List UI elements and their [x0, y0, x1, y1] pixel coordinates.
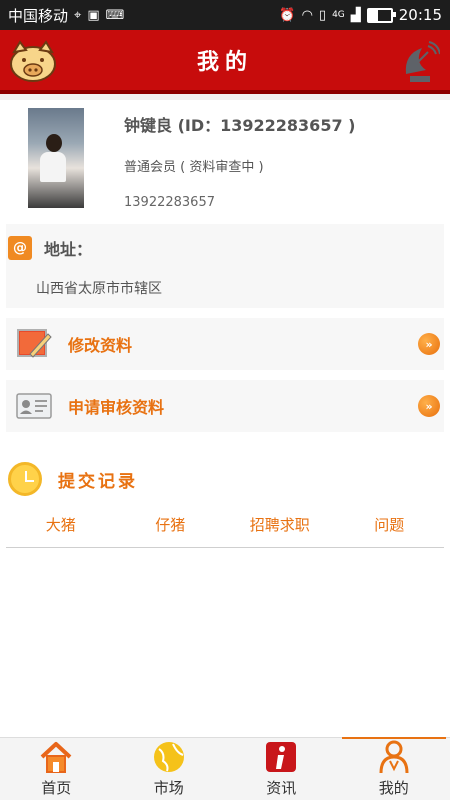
tab-questions[interactable]: 问题: [335, 514, 445, 535]
nav-home[interactable]: 首页: [0, 738, 113, 800]
pig-logo-icon: [10, 40, 56, 82]
nav-market[interactable]: 市场: [113, 738, 226, 800]
location-icon: ⌖: [74, 7, 82, 23]
chevron-right-icon[interactable]: »: [418, 395, 440, 417]
nav-news[interactable]: 资讯: [225, 738, 338, 800]
tab-big-pig[interactable]: 大猪: [6, 514, 116, 535]
wifi-icon: ◠: [301, 7, 313, 23]
bottom-nav: 首页 市场 资讯 我的: [0, 737, 450, 800]
carrier-label: 中国移动: [8, 6, 69, 25]
address-book-icon: @: [8, 236, 32, 260]
info-icon: [266, 741, 297, 772]
tab-piglet[interactable]: 仔猪: [116, 514, 226, 535]
status-bar: 中国移动 ⌖ ▣ ⌨ ⏰ ◠ ▯ 4G ▟ 20:15: [0, 0, 450, 30]
nav-home-label: 首页: [41, 779, 72, 797]
address-label: 地址：: [44, 240, 93, 259]
sim-icon: ▯: [318, 7, 327, 23]
edit-profile-icon: [17, 329, 52, 358]
apply-review-row[interactable]: 申请审核资料 »: [6, 380, 444, 432]
apply-review-label: 申请审核资料: [68, 398, 165, 417]
nav-news-label: 资讯: [266, 779, 297, 797]
app-header: 我的: [0, 30, 450, 94]
image-notification-icon: ▣: [87, 7, 100, 23]
avatar[interactable]: [28, 108, 84, 208]
person-icon: [379, 740, 409, 773]
clock-time: 20:15: [398, 6, 442, 24]
keyboard-icon: ⌨: [105, 7, 125, 23]
user-name-id: 钟键良 (ID：13922283657 ): [124, 116, 356, 135]
network-type-label: 4G: [332, 10, 345, 20]
id-card-icon: [16, 393, 52, 419]
tab-jobs[interactable]: 招聘求职: [225, 514, 335, 535]
nav-mine-label: 我的: [378, 779, 409, 797]
chevron-right-icon[interactable]: »: [418, 333, 440, 355]
address-value: 山西省太原市市辖区: [36, 281, 162, 297]
nav-mine[interactable]: 我的: [338, 737, 450, 800]
records-header: 提交记录: [8, 462, 450, 496]
edit-profile-row[interactable]: 修改资料 »: [6, 318, 444, 370]
page-title: 我的: [196, 50, 253, 75]
edit-profile-label: 修改资料: [68, 336, 133, 355]
battery-icon: [366, 7, 396, 23]
phone-number: 13922283657: [124, 195, 215, 210]
home-icon: [40, 741, 72, 773]
nav-market-label: 市场: [153, 779, 184, 797]
globe-icon: [153, 741, 184, 772]
signal-icon: ▟: [350, 7, 361, 23]
alarm-icon: ⏰: [279, 7, 296, 23]
clock-icon: [8, 462, 42, 496]
membership-status: 普通会员 ( 资料审查中 ): [124, 160, 264, 175]
address-card: @ 地址： 山西省太原市市辖区: [6, 224, 444, 308]
satellite-dish-icon[interactable]: [400, 40, 440, 84]
records-title: 提交记录: [58, 471, 138, 492]
records-tabs: 大猪 仔猪 招聘求职 问题: [6, 514, 444, 548]
profile-card: 钟键良 (ID：13922283657 ) 普通会员 ( 资料审查中 ) 139…: [0, 100, 450, 212]
